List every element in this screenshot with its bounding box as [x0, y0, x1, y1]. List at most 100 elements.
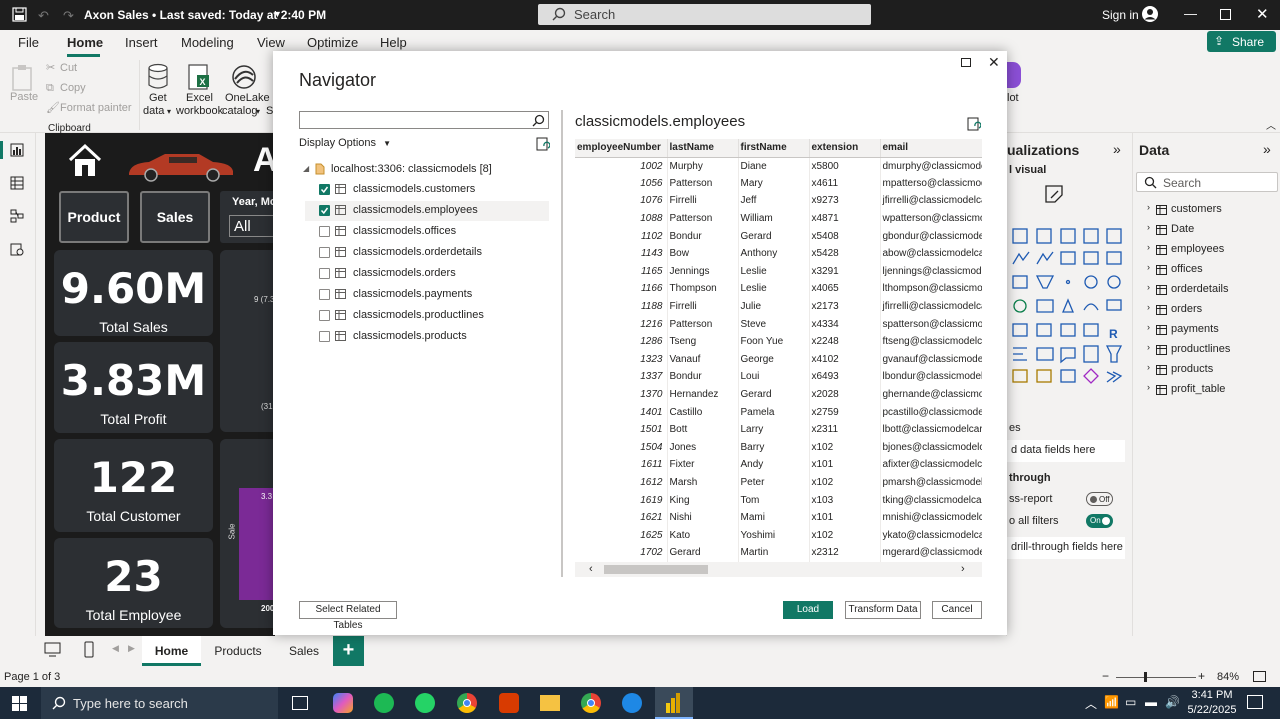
zoom-level[interactable]: 84%: [1217, 671, 1239, 683]
column-header[interactable]: firstName: [738, 139, 810, 158]
collapse-pane-icon[interactable]: »: [1113, 141, 1121, 157]
navigator-table-item[interactable]: classicmodels.payments: [305, 285, 549, 305]
checkbox[interactable]: [319, 247, 330, 258]
column-header[interactable]: employeeNumber: [575, 139, 668, 158]
keep-filters-toggle[interactable]: On: [1086, 514, 1113, 528]
redo-icon[interactable]: ↷: [63, 8, 74, 24]
share-button[interactable]: ⇪ Share: [1207, 31, 1276, 52]
collapse-ribbon-icon[interactable]: ︿: [1266, 117, 1276, 132]
taskbar-search[interactable]: Type here to search: [41, 687, 278, 719]
checkbox-checked[interactable]: [319, 184, 330, 195]
copilot-partial-label[interactable]: lot: [1007, 92, 1019, 105]
maximize-icon[interactable]: [1220, 9, 1231, 20]
battery-icon[interactable]: ▬: [1145, 695, 1157, 709]
checkbox[interactable]: [319, 310, 330, 321]
excel-label-2[interactable]: workbook: [176, 105, 223, 118]
minimize-icon[interactable]: —: [1184, 6, 1197, 21]
menu-optimize[interactable]: Optimize: [307, 35, 358, 50]
cancel-button[interactable]: Cancel: [932, 601, 982, 619]
office-app-icon[interactable]: [499, 693, 519, 713]
product-nav-button[interactable]: Product: [59, 191, 129, 243]
slicer-dropdown[interactable]: All: [229, 215, 275, 237]
menu-home[interactable]: Home: [67, 35, 103, 50]
menu-insert[interactable]: Insert: [125, 35, 158, 50]
onelake-icon[interactable]: [231, 63, 257, 91]
select-related-tables-button[interactable]: Select Related Tables: [299, 601, 397, 631]
checkbox[interactable]: [319, 226, 330, 237]
load-button[interactable]: Load: [783, 601, 833, 619]
excel-label-1[interactable]: Excel: [186, 92, 213, 105]
visual-gallery[interactable]: R: [1011, 226, 1123, 386]
desktop-layout-icon[interactable]: [44, 642, 61, 657]
show-hidden-icons[interactable]: ︿: [1085, 695, 1097, 712]
scrollbar-thumb[interactable]: [604, 565, 708, 574]
chart-bar[interactable]: [239, 488, 275, 600]
task-view-icon[interactable]: [292, 696, 308, 710]
cross-report-toggle[interactable]: Off: [1086, 492, 1113, 506]
scroll-right-icon[interactable]: ›: [961, 563, 965, 575]
network-icon[interactable]: 📶: [1104, 695, 1119, 709]
get-data-label-1[interactable]: Get: [149, 92, 167, 105]
navigator-table-item[interactable]: classicmodels.orderdetails: [305, 243, 549, 263]
expand-chevron-icon[interactable]: ›: [1147, 362, 1150, 372]
notifications-icon[interactable]: [1247, 695, 1263, 709]
navigator-search-input[interactable]: [299, 111, 549, 129]
column-header[interactable]: lastName: [667, 139, 739, 158]
zoom-out-button[interactable]: −: [1102, 669, 1109, 683]
column-header[interactable]: email: [880, 139, 982, 158]
display-options-menu[interactable]: Display Options ▼: [299, 137, 391, 149]
collapse-pane-icon[interactable]: »: [1263, 141, 1271, 157]
checkbox[interactable]: [319, 268, 330, 279]
page-tab-sales[interactable]: Sales: [276, 636, 332, 666]
onelake-label-2[interactable]: catalog: [222, 105, 257, 118]
chart-visual[interactable]: 9 (7.3 (31: [220, 250, 275, 432]
app-icon[interactable]: [622, 693, 642, 713]
clock-date[interactable]: 5/22/2025: [1184, 704, 1240, 716]
navigator-table-item[interactable]: classicmodels.products: [305, 327, 549, 347]
expand-chevron-icon[interactable]: ›: [1147, 242, 1150, 252]
chevron-down-icon[interactable]: ▾: [256, 107, 260, 116]
expand-icon[interactable]: ◢: [303, 164, 309, 173]
get-data-icon[interactable]: [147, 63, 169, 91]
chevron-down-icon[interactable]: ▾: [167, 107, 171, 116]
spotify-app-icon[interactable]: [374, 693, 394, 713]
drill-through-fields-well[interactable]: drill-through fields here: [1007, 537, 1125, 559]
zoom-slider[interactable]: [1116, 677, 1196, 678]
data-preview-table[interactable]: employeeNumber lastName firstName extension…: [575, 139, 982, 562]
table-view-icon[interactable]: [10, 176, 24, 190]
paste-icon[interactable]: [11, 64, 35, 92]
model-view-icon[interactable]: [10, 209, 24, 223]
build-visual-tab[interactable]: l visual: [1009, 164, 1046, 176]
add-data-fields-well[interactable]: d data fields here: [1007, 440, 1125, 462]
menu-modeling[interactable]: Modeling: [181, 35, 234, 50]
expand-chevron-icon[interactable]: ›: [1147, 382, 1150, 392]
checkbox[interactable]: [319, 289, 330, 300]
document-title[interactable]: Axon Sales • Last saved: Today at 2:40 P…: [84, 8, 326, 22]
column-header[interactable]: extension: [809, 139, 881, 158]
sign-in-link[interactable]: Sign in: [1102, 8, 1139, 22]
horizontal-scrollbar[interactable]: ‹ ›: [575, 562, 982, 577]
scroll-left-icon[interactable]: ◀: [112, 643, 119, 654]
expand-chevron-icon[interactable]: ›: [1147, 282, 1150, 292]
navigator-table-item[interactable]: classicmodels.offices: [305, 222, 549, 242]
onelake-label-1[interactable]: OneLake: [225, 92, 270, 105]
menu-file[interactable]: File: [18, 35, 39, 50]
checkbox-checked[interactable]: [319, 205, 330, 216]
mobile-layout-icon[interactable]: [84, 641, 94, 658]
menu-view[interactable]: View: [257, 35, 285, 50]
chrome-app-icon[interactable]: [457, 693, 477, 713]
navigator-table-item[interactable]: classicmodels.productlines: [305, 306, 549, 326]
scroll-right-icon[interactable]: ▶: [128, 643, 135, 654]
checkbox[interactable]: [319, 331, 330, 342]
navigator-table-item[interactable]: classicmodels.orders: [305, 264, 549, 284]
expand-chevron-icon[interactable]: ›: [1147, 222, 1150, 232]
windows-start-icon[interactable]: [12, 696, 27, 711]
preview-refresh-icon[interactable]: [967, 117, 981, 131]
account-icon[interactable]: [1141, 5, 1159, 23]
report-view-icon[interactable]: [10, 143, 24, 157]
copilot-app-icon[interactable]: [333, 693, 353, 713]
get-data-label-2[interactable]: data: [143, 105, 164, 118]
chrome-profile-icon[interactable]: [581, 693, 601, 713]
display-icon[interactable]: ▭: [1125, 695, 1136, 709]
paste-label[interactable]: Paste: [10, 91, 38, 104]
